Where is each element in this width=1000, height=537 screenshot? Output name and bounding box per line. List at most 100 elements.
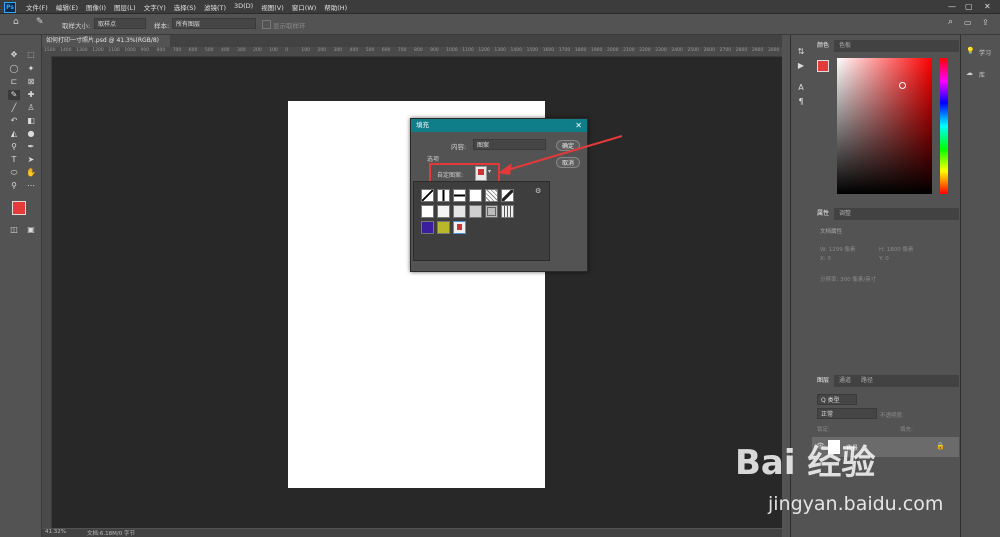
zoom-tool-icon[interactable]: ⚲ [8, 181, 20, 191]
pattern-swatch[interactable] [437, 189, 450, 202]
foreground-color-swatch[interactable] [12, 201, 26, 215]
play-icon[interactable]: ▶ [795, 61, 807, 71]
menu-file[interactable]: 文件(F) [26, 2, 48, 12]
gear-icon[interactable]: ⚙ [535, 187, 541, 195]
zoom-level[interactable]: 41.32% [45, 529, 66, 535]
character-icon[interactable]: A [795, 83, 807, 93]
more-tools-icon[interactable]: ⋯ [25, 181, 37, 191]
dialog-close-button[interactable]: ✕ [575, 119, 582, 132]
blur-tool-icon[interactable]: ● [25, 129, 37, 139]
menu-edit[interactable]: 编辑(E) [56, 2, 78, 12]
eraser-tool-icon[interactable]: ◧ [25, 116, 37, 126]
learn-panel: 💡 学习 ☁ 库 [960, 35, 1000, 537]
menu-image[interactable]: 图像(I) [86, 2, 106, 12]
shape-tool-icon[interactable]: ⬭ [8, 168, 20, 178]
menu-bar: Ps 文件(F) 编辑(E) 图像(I) 图层(L) 文字(Y) 选择(S) 滤… [0, 0, 1000, 14]
tab-color[interactable]: 颜色 [812, 40, 835, 52]
ruler-tick-label: 0 [285, 48, 289, 53]
sample-size-select[interactable]: 取样点 [94, 18, 146, 29]
maximize-button[interactable]: ▢ [965, 2, 973, 11]
paragraph-icon[interactable]: ¶ [795, 97, 807, 107]
ruler-tick-label: 1100 [108, 48, 120, 53]
ruler-tick-label: 1000 [124, 48, 136, 53]
tab-properties[interactable]: 属性 [812, 208, 835, 220]
pattern-swatch[interactable] [453, 189, 466, 202]
pattern-swatch[interactable] [421, 221, 434, 234]
menu-select[interactable]: 选择(S) [174, 2, 196, 12]
ruler-tick-label: 1400 [510, 48, 522, 53]
magic-wand-icon[interactable]: ✦ [25, 64, 37, 74]
path-select-icon[interactable]: ➤ [25, 155, 37, 165]
hue-slider[interactable] [940, 58, 948, 194]
layer-kind-filter[interactable]: Q 类型 [817, 394, 857, 405]
tab-paths[interactable]: 路径 [856, 375, 878, 387]
frame-tool-icon[interactable]: ⊠ [25, 77, 37, 87]
sample-select[interactable]: 所有图层 [172, 18, 256, 29]
pattern-swatch[interactable] [469, 205, 482, 218]
search-icon[interactable]: ⌕ [948, 17, 953, 27]
pen-tool-icon[interactable]: ✒ [25, 142, 37, 152]
minimize-button[interactable]: — [948, 2, 956, 11]
pattern-swatch[interactable] [421, 205, 434, 218]
pattern-swatch[interactable] [453, 205, 466, 218]
menu-3d[interactable]: 3D(D) [234, 2, 253, 12]
pattern-swatch[interactable] [437, 205, 450, 218]
library-label[interactable]: 库 [979, 70, 985, 79]
history-brush-icon[interactable]: ↶ [8, 116, 20, 126]
menu-view[interactable]: 视图(V) [261, 2, 284, 12]
bulb-icon[interactable]: 💡 [966, 47, 975, 55]
menu-layer[interactable]: 图层(L) [114, 2, 136, 12]
ruler-tick-label: 2500 [687, 48, 699, 53]
tab-swatches[interactable]: 色板 [834, 40, 856, 52]
color-picker-field[interactable] [837, 58, 932, 194]
home-icon[interactable]: ⌂ [13, 17, 19, 27]
bucket-tool-icon[interactable]: ◭ [8, 129, 20, 139]
share-icon[interactable]: ⇪ [982, 18, 989, 27]
tab-adjustments[interactable]: 调整 [834, 208, 856, 220]
ruler-tick-label: 1000 [446, 48, 458, 53]
show-ring-checkbox[interactable] [262, 20, 271, 29]
brush-tool-icon[interactable]: ╱ [8, 103, 20, 113]
crop-tool-icon[interactable]: ⊏ [8, 77, 20, 87]
workspace-icon[interactable]: ▭ [964, 18, 972, 27]
eyedropper-icon[interactable]: ✎ [36, 17, 44, 27]
healing-brush-icon[interactable]: ✚ [25, 90, 37, 100]
marquee-tool-icon[interactable]: ⬚ [25, 50, 37, 60]
tab-channels[interactable]: 通道 [834, 375, 856, 387]
lasso-tool-icon[interactable]: ◯ [8, 64, 20, 74]
document-tab[interactable]: 如何打印一寸照片.psd @ 41.3%(RGB/8) × [42, 35, 170, 56]
menu-window[interactable]: 窗口(W) [292, 2, 317, 12]
color-picker-cursor[interactable] [899, 82, 906, 89]
pattern-swatch[interactable] [485, 205, 498, 218]
history-icon[interactable]: ⇅ [795, 47, 807, 57]
lock-label: 锁定: [817, 427, 830, 433]
pattern-swatch[interactable] [501, 205, 514, 218]
pattern-swatch[interactable] [437, 221, 450, 234]
menu-type[interactable]: 文字(Y) [144, 2, 166, 12]
hand-tool-icon[interactable]: ✋ [25, 168, 37, 178]
fill-label: 填充: [900, 427, 913, 433]
eyedropper-tool-icon[interactable]: ✎ [8, 90, 20, 100]
panel-foreground-swatch[interactable] [817, 60, 829, 72]
pattern-swatch[interactable] [501, 189, 514, 202]
quick-mask-icon[interactable]: ◫ [8, 225, 20, 235]
pattern-swatch[interactable] [485, 189, 498, 202]
status-bar: 41.32% 文档:6.18M/0 字节 [42, 529, 782, 537]
screen-mode-icon[interactable]: ▣ [25, 225, 37, 235]
pattern-swatch[interactable] [421, 189, 434, 202]
tab-layers[interactable]: 图层 [812, 375, 835, 387]
y-readout: Y: 0 [879, 256, 889, 262]
type-tool-icon[interactable]: T [8, 155, 20, 165]
close-window-button[interactable]: ✕ [984, 2, 991, 11]
dodge-tool-icon[interactable]: ⚲ [8, 142, 20, 152]
menu-filter[interactable]: 滤镜(T) [204, 2, 226, 12]
library-icon[interactable]: ☁ [966, 69, 973, 77]
horizontal-ruler: 1500 1400 1300 1200 1100 1000 900 800 700 600 500 4… [42, 47, 782, 57]
blend-mode-select[interactable]: 正常 [817, 408, 877, 419]
learn-label[interactable]: 学习 [979, 48, 991, 57]
move-tool-icon[interactable]: ✥ [8, 50, 20, 60]
pattern-swatch-selected[interactable] [453, 221, 466, 234]
pattern-swatch[interactable] [469, 189, 482, 202]
menu-help[interactable]: 帮助(H) [324, 2, 347, 12]
stamp-tool-icon[interactable]: ♙ [25, 103, 37, 113]
